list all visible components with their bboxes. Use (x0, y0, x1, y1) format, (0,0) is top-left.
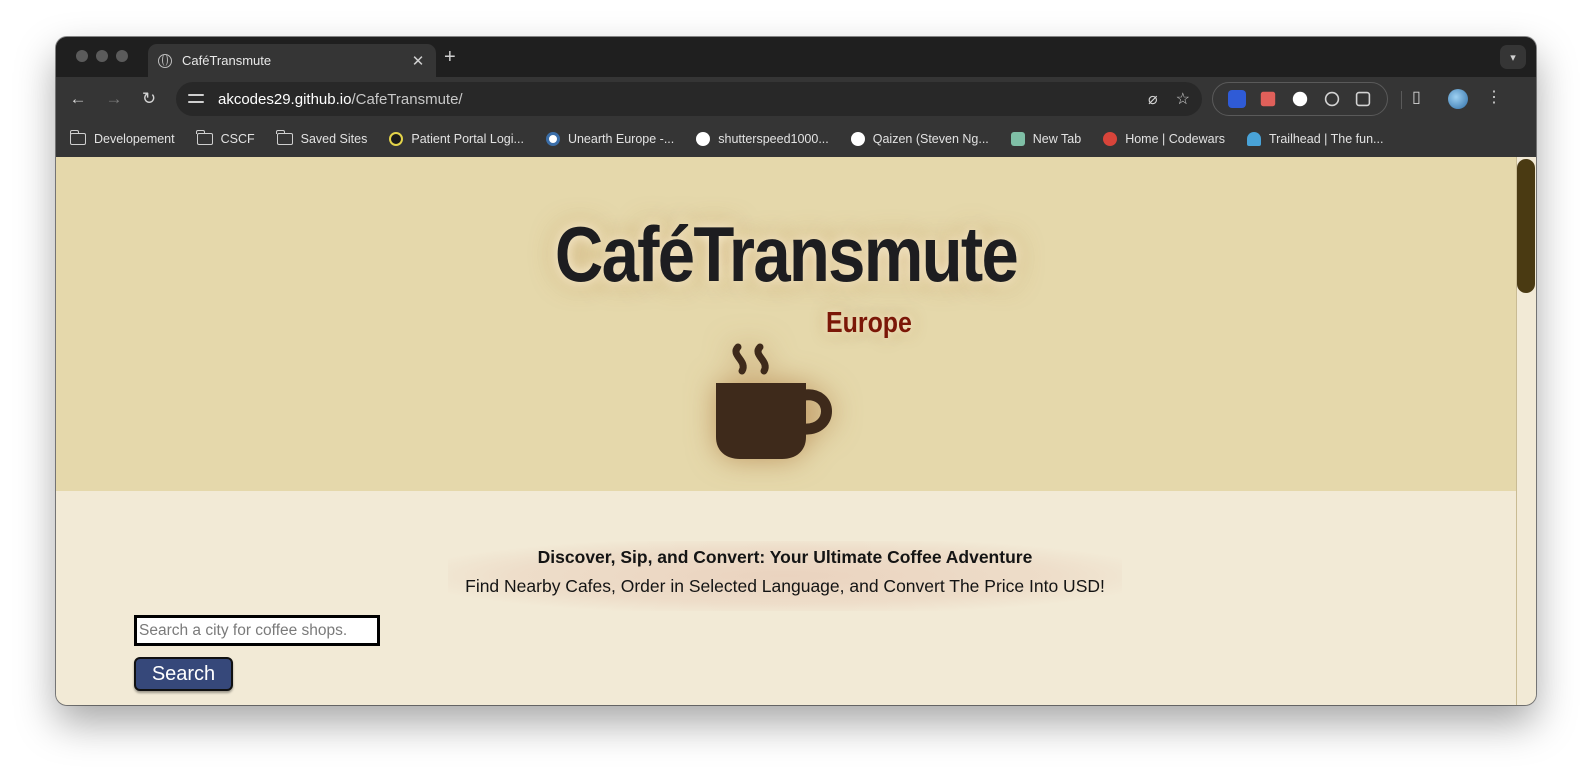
extensions-puzzle-icon[interactable] (1355, 91, 1371, 107)
browser-toolbar: ← → ↻ akcodes29.github.io /CafeTransmute… (56, 77, 1536, 121)
bookmark-label: shutterspeed1000... (718, 132, 829, 146)
arrow-left-icon: ← (69, 89, 87, 108)
url-path: /CafeTransmute/ (351, 90, 463, 108)
tagline-description: Find Nearby Cafes, Order in Selected Lan… (465, 576, 1105, 596)
site-info-icon[interactable] (188, 93, 204, 105)
wordpress-icon (545, 132, 560, 146)
scrollbar-thumb[interactable] (1517, 159, 1535, 293)
tab-strip: CaféTransmute ✕ + ▾ (56, 37, 1536, 77)
bookmark-label: New Tab (1032, 132, 1082, 146)
bookmark-item[interactable]: New Tab (1010, 132, 1082, 146)
tagline-panel: Discover, Sip, and Convert: Your Ultimat… (448, 541, 1122, 611)
bitwarden-extension-icon[interactable] (1227, 90, 1246, 108)
page-viewport: CaféTransmute Europe Discover, Sip, and … (56, 157, 1536, 705)
side-panel-icon[interactable]: ▯ (1412, 87, 1421, 107)
bookmark-item[interactable]: Unearth Europe -... (545, 132, 675, 146)
zoom-window-button[interactable] (116, 50, 128, 62)
bookmark-label: Home | Codewars (1125, 132, 1226, 146)
bookmark-label: Developement (94, 132, 175, 146)
address-bar-actions: ⌀ ☆ (1148, 89, 1190, 109)
site-title: CaféTransmute (554, 210, 1019, 298)
profile-avatar[interactable] (1448, 89, 1468, 109)
search-button[interactable]: Search (134, 657, 233, 691)
codewars-icon (1103, 132, 1118, 146)
bookmark-label: Patient Portal Logi... (411, 132, 524, 146)
bookmark-item[interactable]: Saved Sites (276, 130, 368, 146)
bookmark-item[interactable]: Trailhead | The fun... (1247, 132, 1383, 146)
github-icon (696, 132, 711, 146)
location-off-icon[interactable]: ⌀ (1148, 89, 1158, 109)
bookmark-item[interactable]: Developement (69, 130, 175, 146)
bookmark-label: Qaizen (Steven Ng... (872, 132, 989, 146)
bookmarks-bar: Developement CSCF Saved Sites Patient Po… (56, 121, 1536, 157)
tab-cafetransmute[interactable]: CaféTransmute ✕ (148, 44, 436, 77)
window-controls (76, 50, 128, 62)
back-button[interactable]: ← (66, 87, 90, 111)
minimize-window-button[interactable] (96, 50, 108, 62)
folder-icon (196, 130, 213, 145)
more-menu-icon[interactable]: ⋮ (1486, 87, 1502, 107)
bookmark-label: CSCF (220, 132, 255, 146)
trailhead-icon (1247, 132, 1262, 146)
coffee-cup-icon (716, 343, 832, 459)
bookmark-item[interactable]: CSCF (196, 130, 255, 146)
video-extension-icon[interactable] (1261, 91, 1276, 107)
extensions-group (1212, 82, 1388, 116)
folder-icon (69, 130, 86, 145)
arrow-right-icon: → (105, 89, 123, 108)
chevron-down-icon: ▾ (1510, 51, 1516, 64)
dark-mode-extension-icon[interactable] (1292, 91, 1308, 107)
patient-portal-icon (389, 132, 404, 146)
close-window-button[interactable] (76, 50, 88, 62)
globe-icon (158, 53, 172, 68)
new-tab-icon (1010, 132, 1025, 146)
tagline-headline: Discover, Sip, and Convert: Your Ultimat… (537, 547, 1033, 567)
forward-button[interactable]: → (102, 87, 126, 111)
url-host: akcodes29.github.io (218, 90, 352, 108)
bookmark-item[interactable]: Qaizen (Steven Ng... (850, 132, 989, 146)
reload-icon: ↻ (141, 89, 157, 108)
reload-button[interactable]: ↻ (137, 87, 161, 111)
tab-search-button[interactable]: ▾ (1500, 45, 1526, 69)
tab-title: CaféTransmute (182, 53, 272, 68)
bookmark-item[interactable]: Patient Portal Logi... (389, 132, 524, 146)
hero-header: CaféTransmute Europe (56, 157, 1516, 491)
site-subtitle: Europe (826, 307, 912, 339)
react-devtools-icon[interactable] (1324, 91, 1339, 107)
new-tab-button[interactable]: + (444, 46, 456, 68)
bookmark-item[interactable]: Home | Codewars (1103, 132, 1225, 146)
bookmark-star-icon[interactable]: ☆ (1176, 89, 1190, 109)
folder-icon (276, 130, 293, 145)
city-search-input[interactable] (134, 615, 380, 646)
address-bar[interactable]: akcodes29.github.io /CafeTransmute/ ⌀ ☆ (176, 82, 1202, 116)
browser-window: CaféTransmute ✕ + ▾ ← → ↻ akcodes29.gith… (56, 37, 1536, 705)
bookmark-item[interactable]: shutterspeed1000... (696, 132, 829, 146)
toolbar-divider (1401, 91, 1402, 109)
github-icon (850, 132, 865, 146)
bookmark-label: Saved Sites (300, 132, 368, 146)
main-content: Discover, Sip, and Convert: Your Ultimat… (56, 491, 1516, 705)
bookmark-label: Unearth Europe -... (567, 132, 675, 146)
tab-close-icon[interactable]: ✕ (410, 52, 426, 70)
bookmark-label: Trailhead | The fun... (1269, 132, 1384, 146)
